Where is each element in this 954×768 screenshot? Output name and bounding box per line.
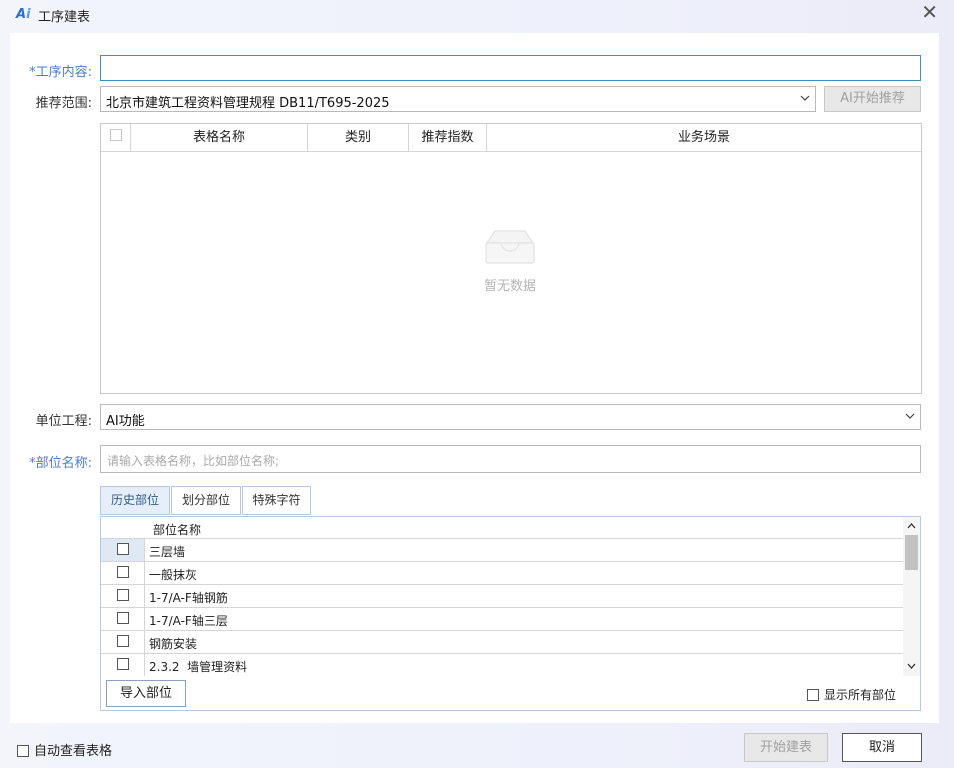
scrollbar-thumb[interactable]: [905, 535, 918, 570]
import-parts-button[interactable]: 导入部位: [106, 680, 186, 707]
cancel-button[interactable]: 取消: [842, 733, 922, 762]
show-all-checkbox[interactable]: [807, 689, 819, 701]
row-checkbox[interactable]: [116, 566, 129, 578]
empty-inbox-icon: [485, 230, 535, 264]
col-recommend-index[interactable]: 推荐指数: [409, 124, 487, 151]
ai-recommend-button[interactable]: AI开始推荐: [824, 86, 921, 112]
process-content-input[interactable]: [100, 55, 921, 81]
show-all-parts-toggle[interactable]: 显示所有部位: [807, 686, 896, 703]
table-row[interactable]: 三层墙: [101, 539, 903, 562]
empty-text: 暂无数据: [483, 279, 536, 294]
chevron-down-icon: [905, 413, 915, 419]
row-checkbox[interactable]: [116, 635, 129, 647]
recommend-table-header: 表格名称 类别 推荐指数 业务场景: [101, 124, 921, 152]
col-table-name[interactable]: 表格名称: [131, 124, 308, 151]
part-name-label: *部位名称:: [29, 456, 92, 471]
auto-view-toggle[interactable]: 自动查看表格: [17, 740, 112, 759]
table-row[interactable]: 一般抹灰: [101, 562, 903, 585]
scope-select[interactable]: 北京市建筑工程资料管理规程 DB11/T695-2025: [100, 86, 816, 112]
process-content-label: *工序内容:: [29, 65, 92, 80]
select-all-checkbox[interactable]: [109, 129, 122, 141]
parts-table: 部位名称 三层墙 一般抹灰 1-7/A-F轴钢筋 1-7/A-F轴三层 钢筋安装…: [100, 516, 921, 711]
part-name-cell: 1-7/A-F轴三层: [149, 614, 228, 628]
table-row[interactable]: 1-7/A-F轴钢筋: [101, 585, 903, 608]
row-checkbox[interactable]: [116, 658, 129, 670]
col-business-scene[interactable]: 业务场景: [487, 124, 921, 151]
auto-view-checkbox[interactable]: [17, 745, 29, 757]
parts-scrollbar[interactable]: [903, 517, 920, 676]
part-name-cell: 三层墙: [149, 545, 186, 559]
select-all-cell[interactable]: [101, 124, 131, 151]
part-name-cell: 一般抹灰: [149, 568, 198, 582]
tab-divided-parts[interactable]: 划分部位: [171, 486, 241, 515]
part-name-cell: 2.3.2 墙管理资料: [149, 660, 248, 674]
scroll-down-icon[interactable]: [906, 661, 917, 671]
tab-special-chars[interactable]: 特殊字符: [242, 486, 311, 515]
table-row[interactable]: 2.3.2 墙管理资料: [101, 654, 903, 677]
row-checkbox[interactable]: [116, 612, 129, 624]
auto-view-label: 自动查看表格: [34, 744, 113, 759]
part-name-placeholder: 请输入表格名称，比如部位名称;: [107, 454, 280, 468]
row-checkbox[interactable]: [116, 543, 129, 555]
unit-project-value: AI功能: [106, 414, 145, 429]
close-icon[interactable]: ✕: [921, 2, 938, 22]
start-build-button[interactable]: 开始建表: [744, 733, 828, 762]
parts-table-header: 部位名称: [101, 517, 903, 539]
title-bar: Ai 工序建表 ✕: [0, 0, 954, 30]
chevron-down-icon: [800, 95, 810, 101]
scope-value: 北京市建筑工程资料管理规程 DB11/T695-2025: [106, 96, 390, 111]
unit-project-select[interactable]: AI功能: [100, 404, 921, 430]
show-all-label: 显示所有部位: [824, 688, 897, 702]
recommend-table: 表格名称 类别 推荐指数 业务场景 暂无数据: [100, 123, 922, 394]
scroll-up-icon[interactable]: [906, 521, 917, 531]
row-checkbox[interactable]: [116, 589, 129, 601]
tab-history-parts[interactable]: 历史部位: [100, 486, 170, 515]
scope-label: 推荐范围:: [35, 96, 92, 111]
table-row[interactable]: 1-7/A-F轴三层: [101, 608, 903, 631]
col-part-name[interactable]: 部位名称: [153, 521, 201, 538]
unit-project-label: 单位工程:: [35, 414, 92, 429]
col-category[interactable]: 类别: [308, 124, 409, 151]
part-name-input[interactable]: 请输入表格名称，比如部位名称;: [100, 445, 921, 473]
table-row[interactable]: 钢筋安装: [101, 631, 903, 654]
part-name-cell: 1-7/A-F轴钢筋: [149, 591, 228, 605]
app-logo-icon: Ai: [16, 7, 31, 22]
part-name-cell: 钢筋安装: [149, 637, 198, 651]
window-title: 工序建表: [38, 10, 91, 25]
